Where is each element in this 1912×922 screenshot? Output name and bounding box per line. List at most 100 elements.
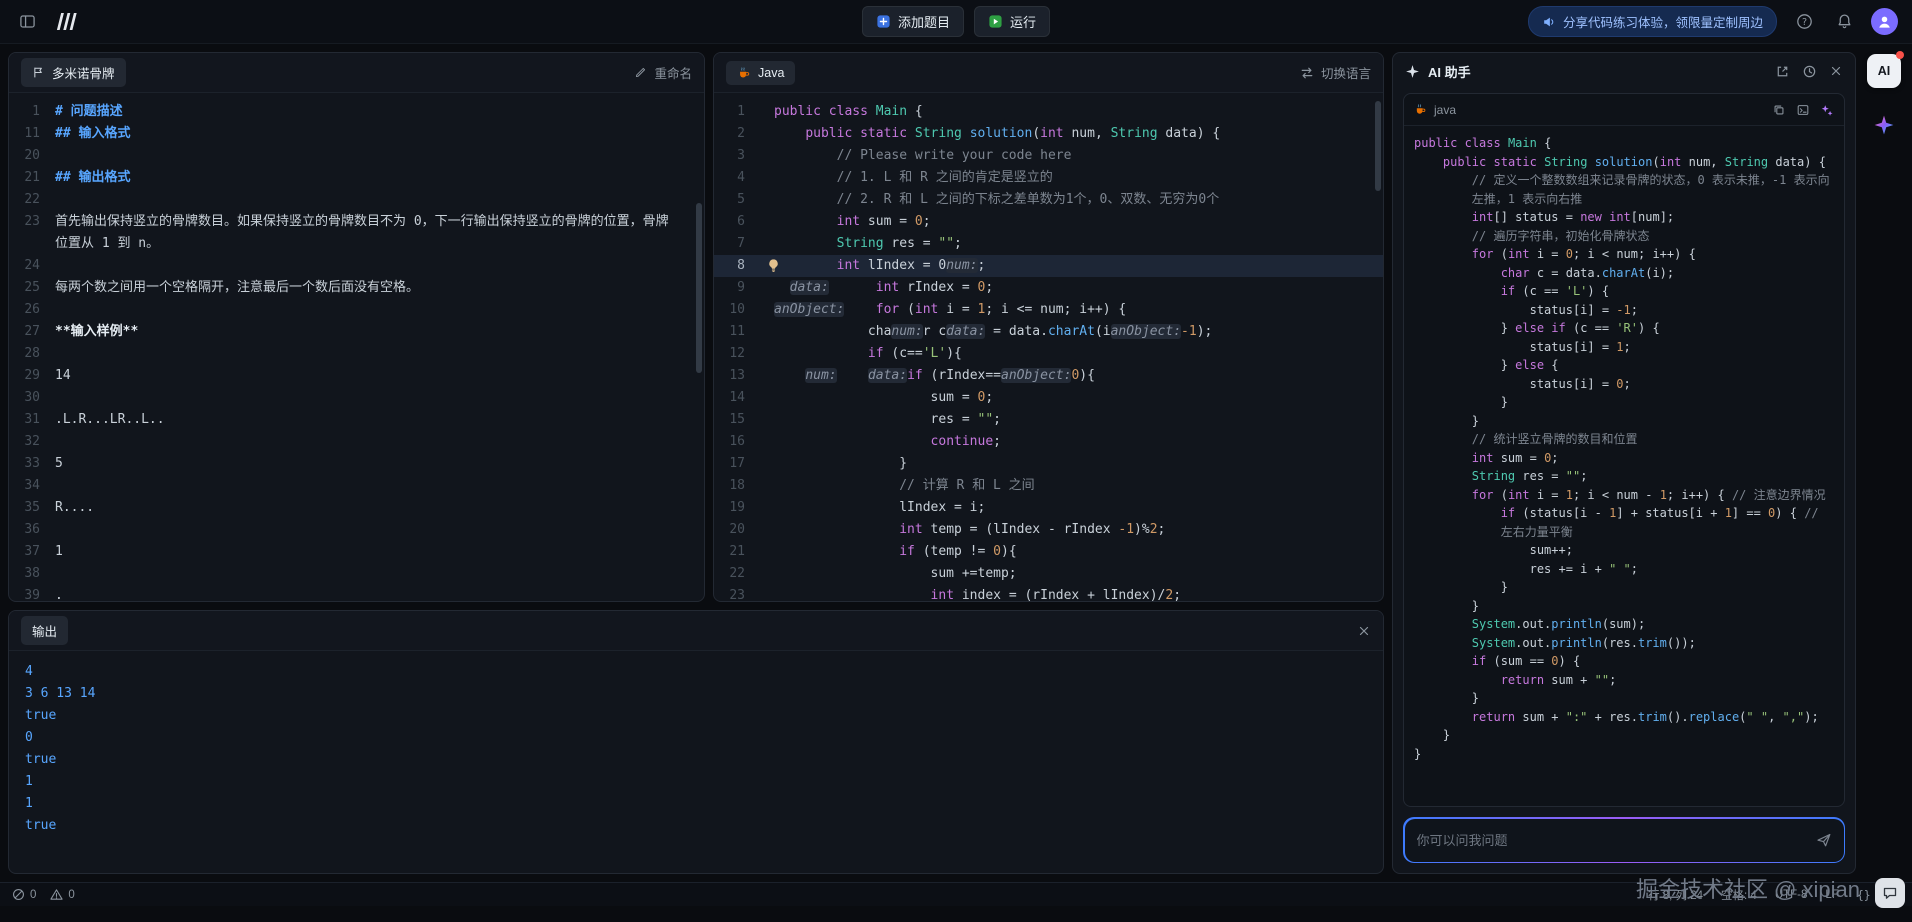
md-line[interactable]: 25每两个数之间用一个空格隔开，注意最后一个数后面没有空格。 bbox=[9, 277, 704, 299]
floating-chat-button[interactable] bbox=[1875, 878, 1905, 908]
ai-code-line: int sum = 0; bbox=[1414, 449, 1834, 468]
md-line[interactable]: 22 bbox=[9, 189, 704, 211]
md-line[interactable]: 28 bbox=[9, 343, 704, 365]
md-line[interactable]: 26 bbox=[9, 299, 704, 321]
sparkle-icon bbox=[1405, 64, 1420, 79]
code-line[interactable]: 18 // 计算 R 和 L 之间 bbox=[714, 475, 1383, 497]
code-line[interactable]: 17 } bbox=[714, 453, 1383, 475]
md-line[interactable]: 36 bbox=[9, 519, 704, 541]
code-line[interactable]: 21 if (temp != 0){ bbox=[714, 541, 1383, 563]
ai-panel-title: AI 助手 bbox=[1428, 62, 1471, 81]
md-line[interactable]: 335 bbox=[9, 453, 704, 475]
line-number: 35 bbox=[9, 497, 55, 519]
md-line[interactable]: 27**输入样例** bbox=[9, 321, 704, 343]
output-close-button[interactable] bbox=[1357, 624, 1371, 638]
add-problem-button[interactable]: 添加题目 bbox=[862, 6, 964, 37]
line-number: 11 bbox=[9, 123, 55, 145]
code-line[interactable]: 2 public static String solution(int num,… bbox=[714, 123, 1383, 145]
language-tab[interactable]: Java bbox=[726, 61, 795, 85]
run-button[interactable]: 运行 bbox=[974, 6, 1050, 37]
md-line[interactable]: 20 bbox=[9, 145, 704, 167]
line-number: 33 bbox=[9, 453, 55, 475]
app-logo[interactable] bbox=[56, 13, 78, 30]
code-line[interactable]: 16 continue; bbox=[714, 431, 1383, 453]
copy-icon[interactable] bbox=[1772, 103, 1786, 117]
warning-icon bbox=[50, 888, 63, 901]
editor-scrollbar-thumb[interactable] bbox=[1375, 101, 1381, 191]
ai-code-line: } else if (c == 'R') { bbox=[1414, 319, 1834, 338]
toolbox-icon[interactable] bbox=[1873, 114, 1895, 136]
code-line[interactable]: 22 sum +=temp; bbox=[714, 563, 1383, 585]
ai-close-icon[interactable] bbox=[1829, 64, 1843, 78]
send-icon[interactable] bbox=[1816, 832, 1832, 848]
indentation-setting[interactable]: 空格: 4 bbox=[1721, 887, 1757, 903]
rename-button[interactable]: 重命名 bbox=[634, 63, 692, 82]
md-line[interactable]: 24 bbox=[9, 255, 704, 277]
promo-banner[interactable]: 分享代码练习体验，领限量定制周边 bbox=[1528, 6, 1777, 37]
bell-icon[interactable] bbox=[1831, 9, 1857, 35]
code-line[interactable]: 1public class Main { bbox=[714, 101, 1383, 123]
code-line[interactable]: 4 // 1. L 和 R 之间的肯定是竖立的 bbox=[714, 167, 1383, 189]
md-line[interactable]: 30 bbox=[9, 387, 704, 409]
code-line[interactable]: 12 if (c=='L'){ bbox=[714, 343, 1383, 365]
history-icon[interactable] bbox=[1802, 64, 1817, 79]
java-icon bbox=[737, 66, 751, 80]
sidebar-toggle-icon[interactable] bbox=[14, 9, 40, 35]
code-line[interactable]: 8 int lIndex = 0num:; bbox=[714, 255, 1383, 277]
code-line[interactable]: 23 int index = (rIndex + lIndex)/2; bbox=[714, 585, 1383, 601]
ai-code-line: } bbox=[1414, 689, 1834, 708]
output-line: 3 6 13 14 bbox=[25, 683, 1367, 705]
md-line[interactable]: 23首先输出保持竖立的骨牌数目。如果保持竖立的骨牌数目不为 0，下一行输出保持竖… bbox=[9, 211, 704, 255]
code-line[interactable]: 5 // 2. R 和 L 之间的下标之差单数为1个，0、双数、无穷为0个 bbox=[714, 189, 1383, 211]
md-line[interactable]: 32 bbox=[9, 431, 704, 453]
magic-icon[interactable] bbox=[1820, 103, 1834, 117]
md-line[interactable]: 11## 输入格式 bbox=[9, 123, 704, 145]
code-line[interactable]: 14 sum = 0; bbox=[714, 387, 1383, 409]
ai-fab-button[interactable]: AI bbox=[1867, 54, 1901, 88]
line-number: 12 bbox=[714, 343, 760, 365]
problem-title-chip[interactable]: 多米诺骨牌 bbox=[21, 58, 126, 87]
line-number: 20 bbox=[714, 519, 760, 541]
md-line[interactable]: 1# 问题描述 bbox=[9, 101, 704, 123]
md-line[interactable]: 35R.... bbox=[9, 497, 704, 519]
md-line[interactable]: 2914 bbox=[9, 365, 704, 387]
code-line[interactable]: 11 chanum:r cdata: = data.charAt(ianObje… bbox=[714, 321, 1383, 343]
line-number: 28 bbox=[9, 343, 55, 365]
md-line[interactable]: 371 bbox=[9, 541, 704, 563]
errors-indicator[interactable]: 0 bbox=[12, 888, 36, 901]
eol-setting[interactable]: LF bbox=[1825, 889, 1838, 901]
code-line[interactable]: 13 num: data:if (rIndex==anObject:0){ bbox=[714, 365, 1383, 387]
ai-code-line: // 定义一个整数数组来记录骨牌的状态，0 表示未推，-1 表示向左推，1 表示… bbox=[1414, 171, 1834, 208]
insert-code-icon[interactable] bbox=[1796, 103, 1810, 117]
code-line[interactable]: 6 int sum = 0; bbox=[714, 211, 1383, 233]
avatar[interactable] bbox=[1871, 8, 1898, 35]
md-line[interactable]: 21## 输出格式 bbox=[9, 167, 704, 189]
problem-scrollbar-thumb[interactable] bbox=[696, 203, 702, 373]
encoding-setting[interactable]: UTF-8 bbox=[1775, 889, 1808, 901]
code-line[interactable]: 20 int temp = (lIndex - rIndex -1)%2; bbox=[714, 519, 1383, 541]
ai-question-input[interactable] bbox=[1417, 833, 1808, 848]
code-line[interactable]: 19 lIndex = i; bbox=[714, 497, 1383, 519]
code-line[interactable]: 7 String res = ""; bbox=[714, 233, 1383, 255]
workspace: 多米诺骨牌 重命名 1# 问题描述11## 输入格式2021## 输出格式222… bbox=[0, 44, 1912, 882]
line-number: 6 bbox=[714, 211, 760, 233]
ai-code-line: // 遍历字符串，初始化骨牌状态 bbox=[1414, 227, 1834, 246]
ai-code-line: if (c == 'L') { bbox=[1414, 282, 1834, 301]
code-line[interactable]: 10anObject: for (int i = 1; i <= num; i+… bbox=[714, 299, 1383, 321]
md-line[interactable]: 34 bbox=[9, 475, 704, 497]
cursor-position[interactable]: 行 8, 列 24 bbox=[1648, 887, 1703, 903]
md-line[interactable]: 31.L.R...LR..L.. bbox=[9, 409, 704, 431]
switch-language-button[interactable]: 切换语言 bbox=[1300, 63, 1371, 82]
output-line: 0 bbox=[25, 727, 1367, 749]
output-tab[interactable]: 输出 bbox=[21, 616, 68, 645]
lightbulb-icon[interactable] bbox=[766, 258, 781, 273]
md-line[interactable]: 39. bbox=[9, 585, 704, 601]
warnings-indicator[interactable]: 0 bbox=[50, 888, 74, 901]
md-line[interactable]: 38 bbox=[9, 563, 704, 585]
help-icon[interactable]: ? bbox=[1791, 9, 1817, 35]
code-line[interactable]: 9 data: int rIndex = 0; bbox=[714, 277, 1383, 299]
code-line[interactable]: 15 res = ""; bbox=[714, 409, 1383, 431]
open-in-new-icon[interactable] bbox=[1775, 64, 1790, 79]
code-line[interactable]: 3 // Please write your code here bbox=[714, 145, 1383, 167]
ai-code-line: int[] status = new int[num]; bbox=[1414, 208, 1834, 227]
